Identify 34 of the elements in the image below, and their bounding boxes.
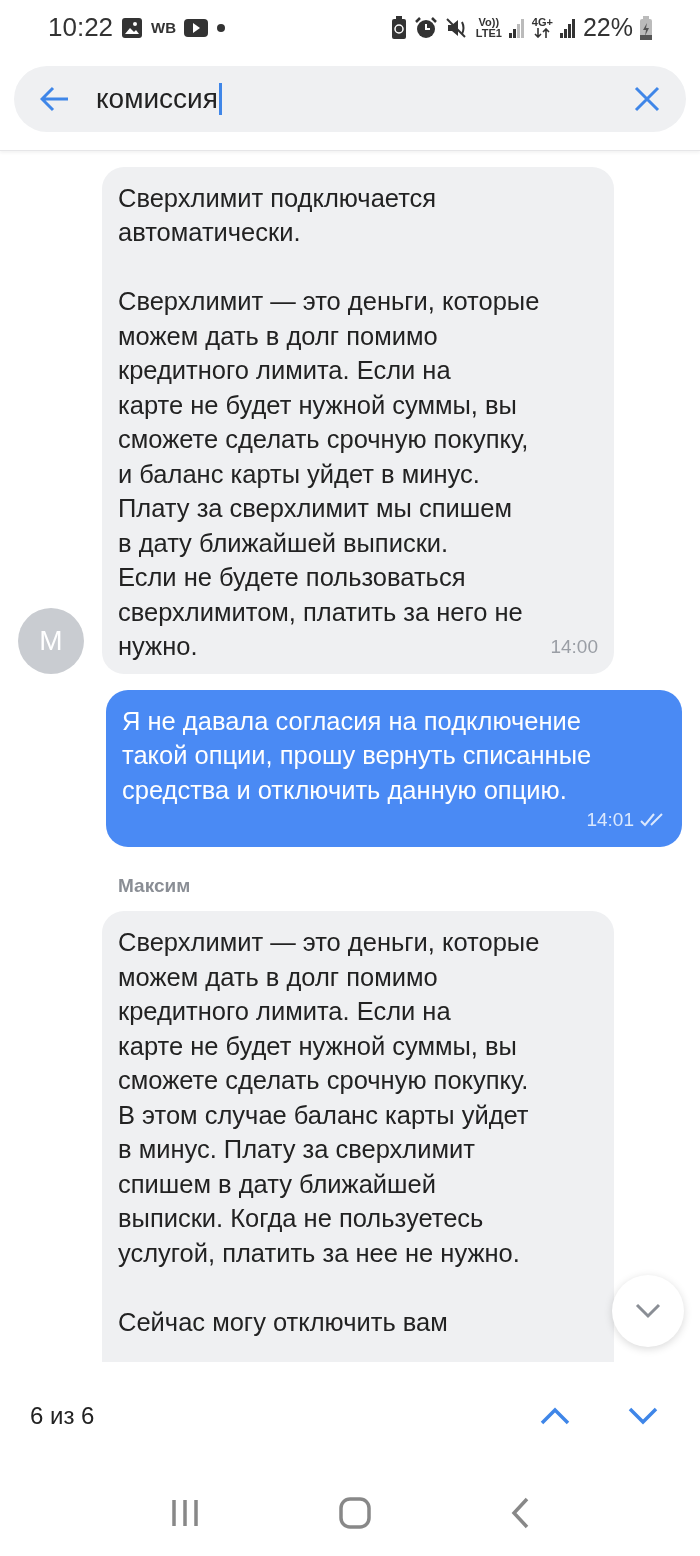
home-icon[interactable] [339,1497,371,1530]
video-play-icon [184,19,209,37]
back-arrow-icon[interactable] [40,85,70,112]
signal-icon [508,18,525,38]
battery-percent: 22% [582,13,633,43]
wb-label: WB [151,19,177,37]
chevron-down-icon [635,1302,661,1319]
clock-time: 10:22 [48,12,114,44]
sender-name: Максим [118,875,192,898]
message-text: Я не давала согласия на подключение такой опции, прошу вернуть списанные средства и отключить данную опцию. [122,705,592,806]
alarm-icon [413,16,438,40]
message-text: Сейчас могу отключить вам [118,1306,448,1338]
chevron-down-icon[interactable] [628,1407,658,1426]
close-icon[interactable] [634,85,660,112]
match-counter: 6 из 6 [30,1402,95,1431]
volte-label: Vo)) [478,17,500,28]
image-icon [121,17,144,39]
chevron-up-icon[interactable] [540,1407,570,1426]
message-text: Сверхлимит — это деньги, которые можем дать в долг помимо кредитного лимита. Если на карте не будет нужной суммы, вы сможете сделать срочную покупку, и баланс карты уйдет в минус. Плату за сверхлимит мы спишем в дату ближайшей выписки. Если не будете пользоваться сверхлимитом, платить за него не нужно. [118,286,540,663]
message-text: Сверхлимит подключается автоматически. [118,182,437,249]
back-icon[interactable] [510,1497,531,1530]
battery-charging-icon [640,16,652,40]
network-label: 4G+ [531,17,553,29]
search-field[interactable]: комиссия [14,65,686,132]
signal-icon [559,18,576,38]
lte-label: LTE1 [475,28,502,39]
message-text: Сверхлимит — это деньги, которые можем дать в долг помимо кредитного лимита. Если на карте не будет нужной суммы, вы сможете сделать срочную покупку. В этом случае баланс карты уйдет в минус. Плату за сверхлимит спишем в дату ближайшей выписки. Когда не пользуетесь услугой, платить за нее не нужно. [118,927,540,1269]
message-time: 14:01 [586,808,634,833]
dot-icon [216,23,227,33]
recent-apps-icon[interactable] [169,1498,200,1529]
search-query: комиссия [96,82,218,115]
battery-saver-icon [390,16,407,40]
data-arrows-icon [534,28,551,39]
message-time: 14:00 [550,634,598,659]
